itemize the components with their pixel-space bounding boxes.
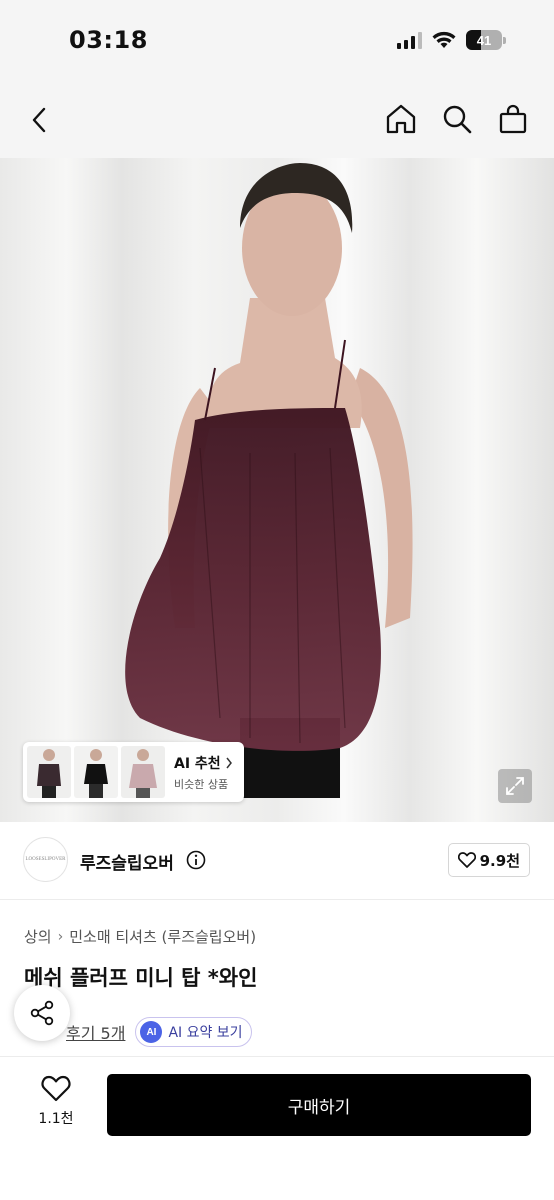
expand-image-button[interactable] [498,769,532,803]
product-image[interactable]: AI 추천 비슷한 상품 [0,158,554,822]
store-like-button[interactable]: 9.9천 [447,843,530,877]
ai-recommendation-subtitle: 비슷한 상품 [174,777,229,791]
status-bar: 03:18 41 [0,0,554,82]
store-row: LOOSESLIPOVER 루즈슬립오버 9.9천 [0,822,554,900]
store-logo[interactable]: LOOSESLIPOVER [23,837,68,882]
battery-icon: 41 [466,30,506,50]
status-time: 03:18 [69,26,148,54]
cellular-signal-icon [397,31,422,49]
cart-button[interactable] [496,102,530,136]
ai-badge: AI [140,1021,163,1043]
recommendation-thumb-3[interactable] [121,746,165,798]
product-title: 메쉬 플러프 미니 탑 *와인 [24,966,258,990]
ai-recommendation-title: AI 추천 [174,755,221,772]
chevron-right-icon [226,757,232,768]
recommendation-thumb-1[interactable] [27,746,71,798]
wifi-icon [432,31,456,48]
recommendation-thumb-2[interactable] [74,746,118,798]
shopping-bag-icon [499,104,527,134]
review-link[interactable]: 후기 5개 [66,1020,125,1044]
breadcrumb-subcategory[interactable]: 민소매 티셔츠 (루즈슬립오버) [69,926,256,947]
chevron-right-icon: › [57,928,64,945]
chevron-left-icon [32,107,46,133]
breadcrumb: 상의 › 민소매 티셔츠 (루즈슬립오버) [24,926,256,947]
search-icon [443,105,472,134]
search-button[interactable] [440,102,474,136]
ai-recommendation-card[interactable]: AI 추천 비슷한 상품 [23,742,244,802]
ai-summary-label: AI 요약 보기 [168,1025,243,1041]
info-icon[interactable] [186,850,206,870]
back-button[interactable] [22,102,58,138]
wishlist-count: 1.1천 [38,1111,74,1127]
store-name[interactable]: 루즈슬립오버 [80,849,174,874]
buy-button[interactable]: 구매하기 [107,1074,531,1136]
breadcrumb-category[interactable]: 상의 [24,926,52,947]
store-logo-text: LOOSESLIPOVER [25,857,66,862]
status-icons: 41 [397,30,506,50]
expand-icon [506,777,524,795]
store-like-count: 9.9천 [479,851,520,870]
share-button[interactable] [14,985,70,1041]
bottom-action-bar: 1.1천 구매하기 [0,1056,554,1200]
home-button[interactable] [384,102,418,136]
home-icon [386,104,416,134]
heart-icon [457,852,476,868]
wishlist-button[interactable]: 1.1천 [26,1075,86,1135]
share-icon [30,1000,54,1026]
battery-percent: 41 [476,32,492,48]
product-photo [0,158,554,822]
heart-icon [41,1075,71,1102]
ai-summary-button[interactable]: AI AI 요약 보기 [135,1017,252,1047]
top-nav [0,82,554,158]
